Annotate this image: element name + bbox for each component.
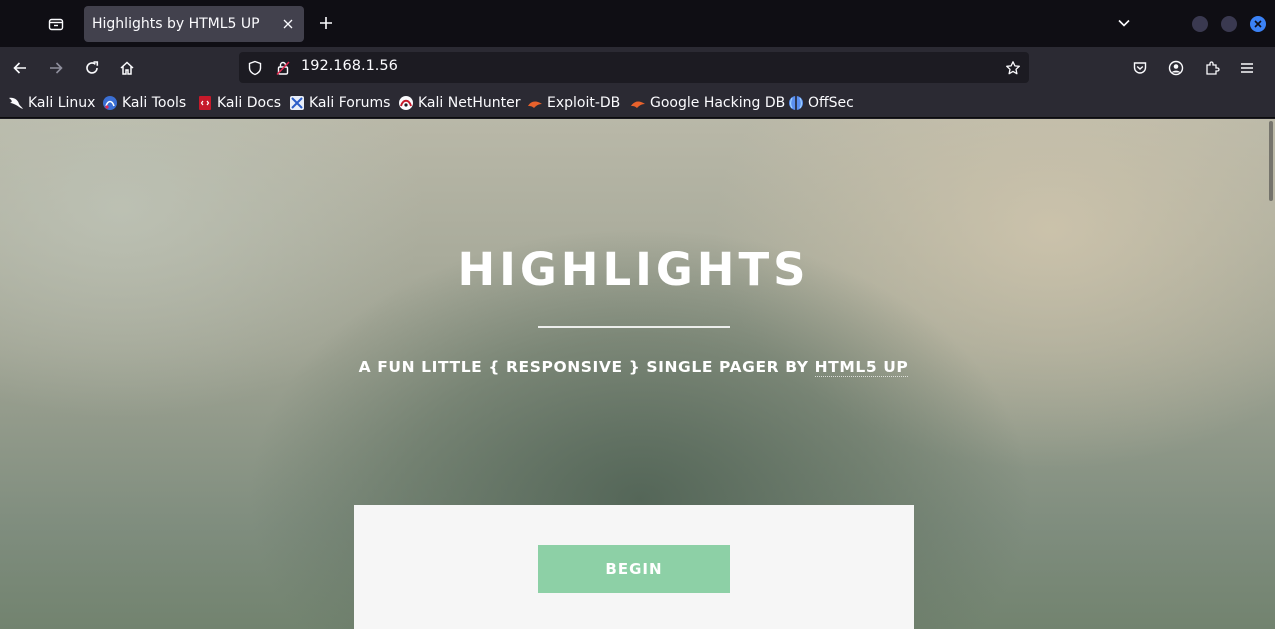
bookmark-label: Kali Linux bbox=[28, 95, 96, 111]
close-icon bbox=[283, 19, 293, 29]
bookmark-star-icon[interactable] bbox=[1003, 58, 1023, 78]
account-button[interactable] bbox=[1161, 53, 1191, 83]
page-content: HIGHLIGHTS A FUN LITTLE { RESPONSIVE } S… bbox=[0, 119, 1275, 629]
tab-title: Highlights by HTML5 UP bbox=[92, 16, 260, 32]
page-subtitle: A FUN LITTLE { RESPONSIVE } SINGLE PAGER… bbox=[0, 358, 1267, 377]
kali-nethunter-icon bbox=[398, 95, 414, 111]
reload-icon bbox=[86, 61, 99, 74]
new-tab-button[interactable] bbox=[312, 9, 340, 37]
bookmark-label: OffSec bbox=[808, 95, 854, 111]
insecure-lock-icon[interactable] bbox=[273, 58, 293, 78]
bookmark-label: Kali NetHunter bbox=[418, 95, 521, 111]
minimize-button[interactable] bbox=[1192, 16, 1208, 32]
tab-close-button[interactable] bbox=[278, 14, 298, 34]
bookmarks-toolbar: Kali Linux Kali Tools Kali Docs Kali For… bbox=[0, 88, 1275, 118]
ghdb-icon bbox=[630, 95, 646, 111]
account-icon bbox=[1168, 60, 1184, 76]
url-text[interactable]: 192.168.1.56 bbox=[301, 58, 398, 74]
pocket-button[interactable] bbox=[1125, 53, 1155, 83]
bookmark-label: Google Hacking DB bbox=[650, 95, 786, 111]
forward-button[interactable] bbox=[41, 53, 71, 83]
list-all-tabs-button[interactable] bbox=[1110, 9, 1138, 37]
bookmark-kali-forums[interactable]: Kali Forums bbox=[289, 93, 390, 113]
home-button[interactable] bbox=[112, 53, 142, 83]
html5up-link[interactable]: HTML5 UP bbox=[814, 358, 909, 377]
scrollbar[interactable] bbox=[1267, 119, 1275, 629]
tab-list-button[interactable] bbox=[40, 8, 72, 40]
offsec-icon bbox=[788, 95, 804, 111]
url-bar[interactable]: 192.168.1.56 bbox=[239, 52, 1029, 83]
bookmark-label: Kali Forums bbox=[309, 95, 391, 111]
scrollbar-thumb[interactable] bbox=[1269, 121, 1273, 201]
begin-panel: BEGIN bbox=[354, 505, 914, 629]
exploit-db-icon bbox=[527, 95, 543, 111]
begin-button[interactable]: BEGIN bbox=[538, 545, 730, 593]
puzzle-icon bbox=[1206, 61, 1220, 75]
back-button[interactable] bbox=[5, 53, 35, 83]
kali-tools-icon bbox=[102, 95, 118, 111]
bookmark-exploit-db[interactable]: Exploit-DB bbox=[527, 93, 620, 113]
bookmark-kali-nethunter[interactable]: Kali NetHunter bbox=[398, 93, 520, 113]
reload-button[interactable] bbox=[77, 53, 107, 83]
bookmark-kali-tools[interactable]: Kali Tools bbox=[102, 93, 186, 113]
window-close-button[interactable] bbox=[1250, 16, 1266, 32]
bookmark-offsec[interactable]: OffSec bbox=[788, 93, 854, 113]
tab-active[interactable]: Highlights by HTML5 UP bbox=[84, 6, 304, 42]
title-divider bbox=[538, 326, 730, 328]
arrow-left-icon bbox=[13, 62, 26, 74]
chevron-down-icon bbox=[1118, 19, 1130, 27]
page-title: HIGHLIGHTS bbox=[457, 243, 810, 296]
bookmark-google-hacking-db[interactable]: Google Hacking DB bbox=[630, 93, 785, 113]
home-icon bbox=[120, 61, 134, 75]
bookmark-kali-docs[interactable]: Kali Docs bbox=[197, 93, 281, 113]
maximize-button[interactable] bbox=[1221, 16, 1237, 32]
kali-docs-icon bbox=[197, 95, 213, 111]
tracking-protection-shield-icon[interactable] bbox=[245, 58, 265, 78]
arrow-right-icon bbox=[50, 62, 63, 74]
bookmark-label: Kali Docs bbox=[217, 95, 282, 111]
extensions-button[interactable] bbox=[1197, 53, 1227, 83]
subtitle-text: A FUN LITTLE { RESPONSIVE } SINGLE PAGER… bbox=[358, 358, 809, 376]
navigation-toolbar: 192.168.1.56 bbox=[0, 47, 1275, 88]
pocket-icon bbox=[1133, 62, 1147, 74]
tab-strip: Highlights by HTML5 UP bbox=[0, 0, 1275, 47]
bookmark-kali-linux[interactable]: Kali Linux bbox=[8, 93, 95, 113]
tab-list-icon bbox=[48, 18, 64, 31]
plus-icon bbox=[320, 17, 332, 29]
bookmark-label: Kali Tools bbox=[122, 95, 187, 111]
kali-dragon-icon bbox=[8, 95, 24, 111]
kali-forums-icon bbox=[289, 95, 305, 111]
hamburger-menu-icon bbox=[1241, 63, 1253, 73]
bookmark-label: Exploit-DB bbox=[547, 95, 621, 111]
close-icon bbox=[1254, 20, 1262, 28]
menu-button[interactable] bbox=[1232, 53, 1262, 83]
